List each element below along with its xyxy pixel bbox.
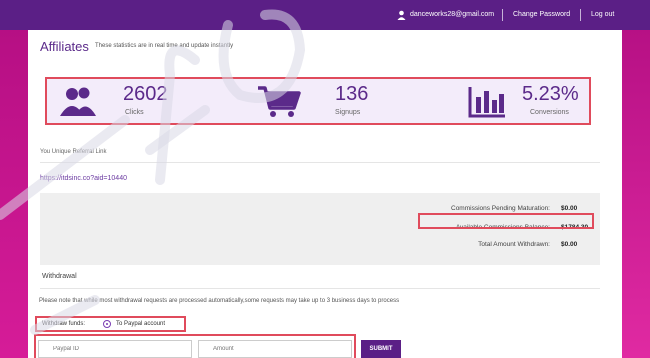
background-right [622,0,650,358]
withdrawal-note: Please note that while most withdrawal r… [39,298,400,304]
clicks-value: 2602 [123,83,168,105]
paypal-option-label[interactable]: To Paypal account [116,321,165,327]
referral-link[interactable]: https://itdsinc.co?aid=10440 [40,175,127,182]
page-subtitle: These statistics are in real time and up… [95,43,234,49]
stat-conversions: 5.23% Conversions [431,81,589,121]
withdrawn-label: Total Amount Withdrawn: [478,241,550,248]
user-icon [397,10,406,20]
amount-input[interactable] [198,340,352,358]
commissions-panel: Commissions Pending Maturation: $0.00 Av… [40,193,600,265]
paypal-radio[interactable] [103,320,111,328]
signups-label: Signups [335,109,361,116]
withdraw-funds-box: Withdraw funds: To Paypal account [35,316,186,332]
signups-value: 136 [335,83,369,105]
change-password-link[interactable]: Change Password [513,0,570,30]
page-title: Affiliates [40,39,89,54]
clicks-label: Clicks [125,109,144,116]
cart-icon [258,86,301,117]
pending-value: $0.00 [561,205,578,212]
header-separator [580,9,581,21]
conversions-value: 5.23% [522,83,579,105]
submit-button[interactable]: SUBMIT [361,340,401,358]
main-panel: Affiliates These statistics are in real … [28,30,622,358]
divider [40,162,600,163]
available-balance-highlight [418,213,594,229]
withdrawn-value: $0.00 [561,241,578,248]
withdrawal-heading: Withdrawal [42,273,77,280]
stat-clicks: 2602 Clicks [47,81,227,121]
top-bar: danceworks28@gmail.com Change Password L… [0,0,650,30]
conversions-label: Conversions [530,109,569,116]
user-email[interactable]: danceworks28@gmail.com [410,0,494,30]
withdraw-funds-label: Withdraw funds: [42,321,86,327]
paypal-id-input[interactable] [38,340,192,358]
divider [40,288,600,289]
bar-chart-icon [468,87,505,118]
referral-label: You Unique Referral Link [40,149,107,155]
header-separator [502,9,503,21]
stats-panel: 2602 Clicks 136 Signups 5.23% Conversion… [45,77,591,125]
pending-label: Commissions Pending Maturation: [451,205,550,212]
users-icon [60,87,96,116]
logout-link[interactable]: Log out [591,0,614,30]
background-left [0,0,28,358]
stat-signups: 136 Signups [239,81,429,121]
